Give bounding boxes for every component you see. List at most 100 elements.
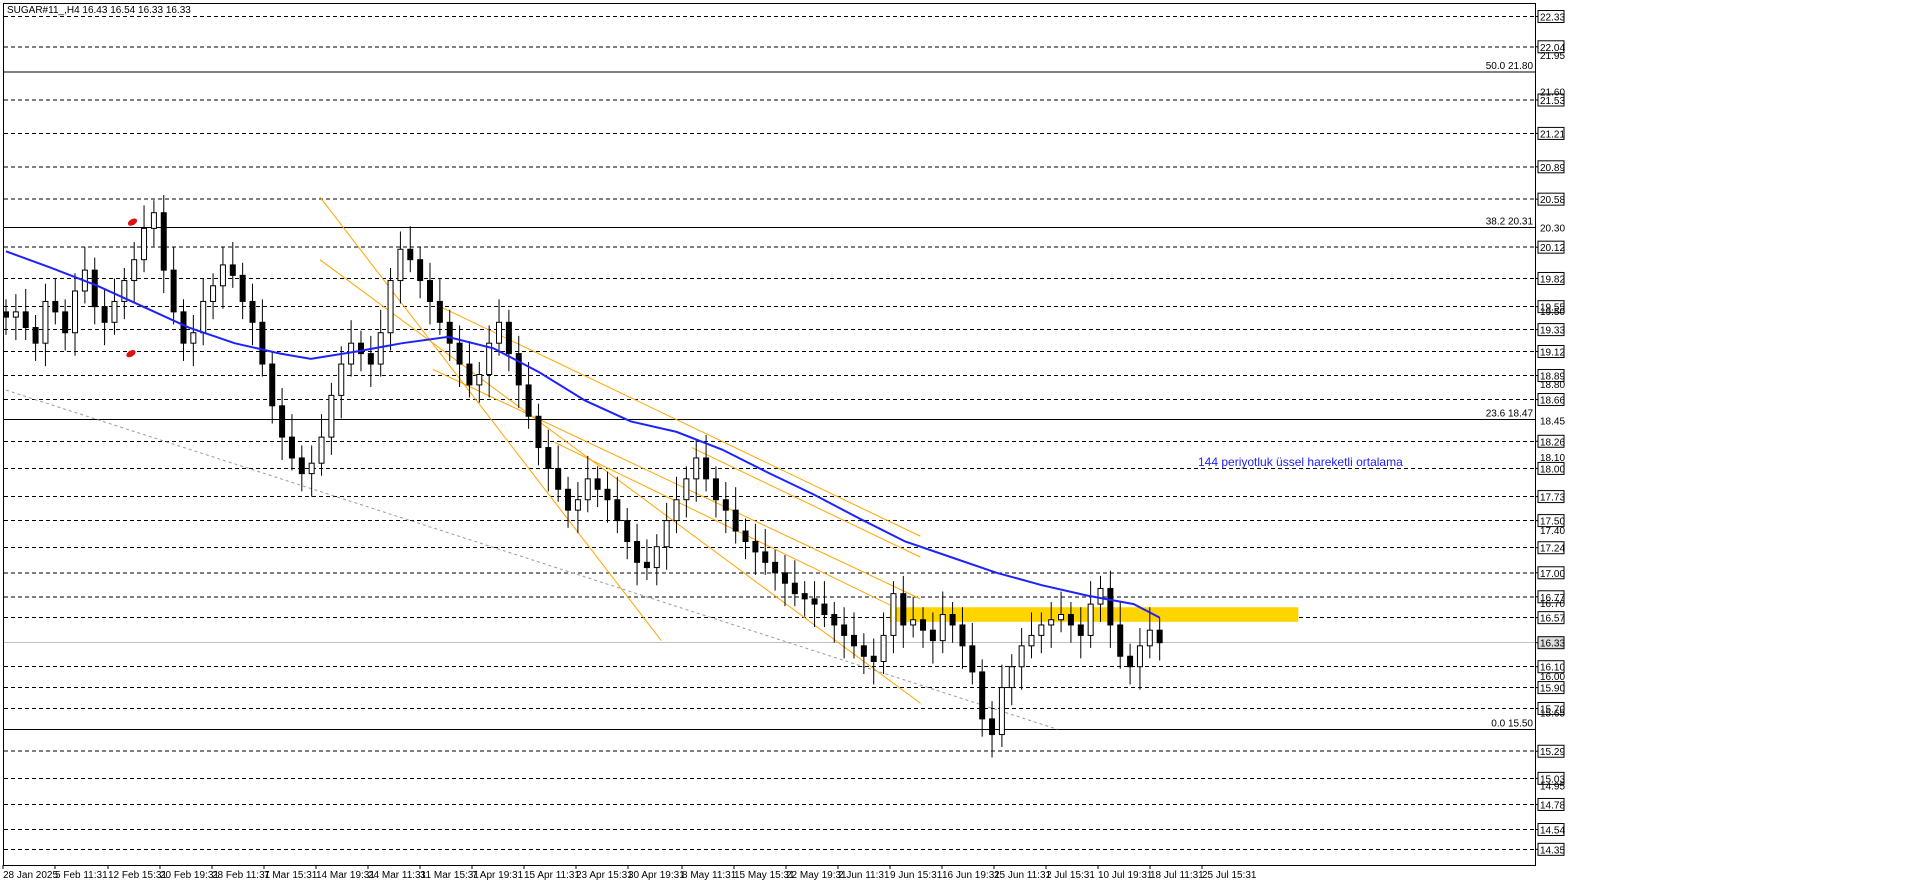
candle-body[interactable] — [1136, 645, 1143, 668]
candle-body[interactable] — [663, 520, 670, 548]
candle-body[interactable] — [1087, 603, 1094, 636]
candle-body[interactable] — [219, 264, 226, 287]
candle-body[interactable] — [259, 321, 266, 365]
candle-body[interactable] — [870, 655, 877, 662]
candle-body[interactable] — [920, 619, 927, 631]
candle-body[interactable] — [683, 478, 690, 501]
candle-body[interactable] — [210, 285, 217, 302]
candle-body[interactable] — [604, 488, 611, 501]
candle-body[interactable] — [693, 457, 700, 480]
candle-body[interactable] — [436, 300, 443, 323]
candle-body[interactable] — [288, 436, 295, 459]
candle-body[interactable] — [949, 614, 956, 626]
candle-body[interactable] — [91, 269, 98, 308]
candle-body[interactable] — [939, 614, 946, 642]
candle-body[interactable] — [594, 478, 601, 490]
candle-body[interactable] — [732, 509, 739, 532]
candle-body[interactable] — [1038, 624, 1045, 636]
candle-body[interactable] — [150, 212, 157, 229]
candle-body[interactable] — [1156, 629, 1163, 644]
candle-body[interactable] — [673, 499, 680, 522]
candle-body[interactable] — [318, 436, 325, 464]
candle-body[interactable] — [200, 300, 207, 334]
candle-body[interactable] — [367, 353, 374, 365]
candle-body[interactable] — [831, 614, 838, 626]
candle-body[interactable] — [505, 321, 512, 355]
candle-body[interactable] — [821, 603, 828, 616]
candle-body[interactable] — [653, 546, 660, 569]
candle-body[interactable] — [101, 306, 108, 323]
candle-body[interactable] — [811, 598, 818, 605]
candle-body[interactable] — [72, 290, 79, 334]
candle-body[interactable] — [998, 687, 1005, 736]
candle-body[interactable] — [22, 311, 29, 329]
candle-body[interactable] — [32, 327, 39, 344]
candle-body[interactable] — [742, 530, 749, 542]
candle-body[interactable] — [62, 311, 69, 334]
candle-body[interactable] — [249, 300, 256, 323]
candle-body[interactable] — [890, 593, 897, 636]
candle-body[interactable] — [12, 311, 19, 318]
candle-body[interactable] — [1097, 587, 1104, 605]
candle-body[interactable] — [535, 415, 542, 449]
candle-body[interactable] — [426, 280, 433, 302]
candle-body[interactable] — [446, 321, 453, 344]
candle-body[interactable] — [308, 462, 315, 475]
candle-body[interactable] — [1117, 624, 1124, 657]
candle-body[interactable] — [910, 619, 917, 626]
candle-body[interactable] — [466, 363, 473, 386]
candle-body[interactable] — [190, 332, 197, 344]
candle-body[interactable] — [298, 457, 305, 475]
candle-body[interactable] — [1146, 629, 1153, 647]
candle-body[interactable] — [496, 321, 503, 344]
candle-body[interactable] — [880, 634, 887, 662]
candle-body[interactable] — [850, 634, 857, 647]
candle-body[interactable] — [565, 488, 572, 511]
candle-body[interactable] — [900, 593, 907, 626]
candle-body[interactable] — [239, 274, 246, 302]
candle-body[interactable] — [860, 645, 867, 657]
candle-body[interactable] — [1077, 624, 1084, 636]
candle-body[interactable] — [959, 624, 966, 647]
candle-body[interactable] — [1067, 614, 1074, 626]
candle-body[interactable] — [141, 227, 148, 261]
candle-body[interactable] — [752, 540, 759, 553]
candle-body[interactable] — [703, 457, 710, 480]
candle-body[interactable] — [397, 248, 404, 282]
candle-body[interactable] — [229, 264, 236, 276]
candle-body[interactable] — [979, 671, 986, 720]
candle-body[interactable] — [525, 384, 532, 417]
candle-body[interactable] — [1058, 614, 1065, 621]
candle-body[interactable] — [781, 572, 788, 584]
candle-body[interactable] — [1008, 666, 1015, 689]
candle-body[interactable] — [762, 551, 769, 563]
candle-body[interactable] — [131, 259, 138, 282]
candle-body[interactable] — [1048, 619, 1055, 626]
candle-body[interactable] — [279, 405, 286, 438]
candle-body[interactable] — [328, 394, 335, 438]
candle-body[interactable] — [841, 624, 848, 636]
candle-body[interactable] — [170, 269, 177, 313]
price-chart[interactable]: 50.0 21.8038.2 20.3123.6 18.470.0 15.50 … — [0, 0, 1916, 888]
candle-body[interactable] — [634, 540, 641, 563]
candle-body[interactable] — [3, 311, 9, 318]
candle-body[interactable] — [1028, 634, 1035, 647]
candle-body[interactable] — [180, 311, 187, 344]
candle-body[interactable] — [160, 212, 167, 271]
candle-body[interactable] — [929, 629, 936, 642]
candle-body[interactable] — [969, 645, 976, 673]
candle-body[interactable] — [1127, 655, 1134, 668]
candle-body[interactable] — [111, 300, 118, 323]
candle-body[interactable] — [555, 467, 562, 490]
candle-body[interactable] — [338, 363, 345, 396]
candle-body[interactable] — [989, 718, 996, 736]
candle-body[interactable] — [791, 582, 798, 595]
candle-body[interactable] — [614, 499, 621, 522]
candle-body[interactable] — [722, 499, 729, 511]
candle-body[interactable] — [574, 499, 581, 511]
candle-body[interactable] — [584, 478, 591, 501]
candle-body[interactable] — [801, 593, 808, 600]
candle-body[interactable] — [1018, 645, 1025, 668]
candle-body[interactable] — [269, 363, 276, 407]
candle-body[interactable] — [42, 300, 49, 344]
